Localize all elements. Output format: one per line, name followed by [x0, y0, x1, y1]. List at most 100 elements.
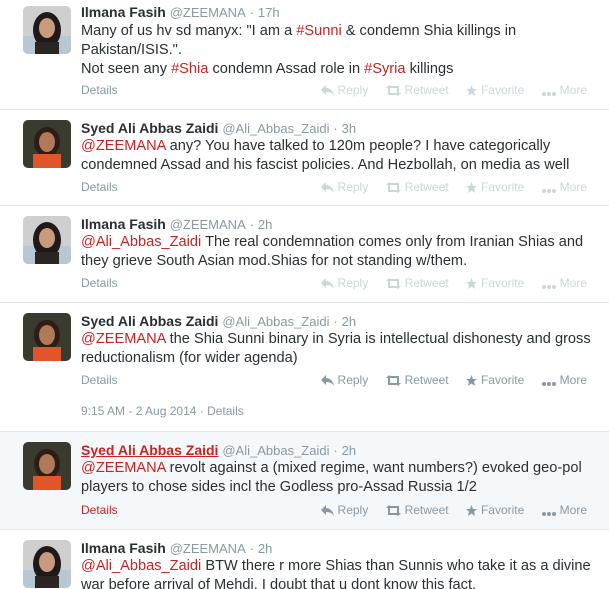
- author-name[interactable]: Ilmana Fasih: [81, 540, 166, 556]
- reply-button[interactable]: Reply: [320, 373, 368, 387]
- retweet-button[interactable]: Retweet: [385, 503, 449, 517]
- reply-icon: [320, 505, 334, 516]
- author-handle[interactable]: @Ali_Abbas_Zaidi: [222, 443, 329, 458]
- mention-link[interactable]: @Ali_Abbas_Zaidi: [81, 234, 201, 250]
- reply-button[interactable]: Reply: [320, 503, 368, 517]
- author-name[interactable]: Syed Ali Abbas Zaidi: [81, 313, 218, 329]
- retweet-icon: [385, 505, 401, 516]
- tweet-text-segment: Pakistan/ISIS.".: [81, 42, 182, 58]
- retweet-button[interactable]: Retweet: [385, 276, 449, 290]
- author-handle[interactable]: @ZEEMANA: [170, 5, 246, 20]
- tweet-hovered: Syed Ali Abbas Zaidi @Ali_Abbas_Zaidi · …: [0, 432, 609, 529]
- tweet-timestamp[interactable]: 9:15 AM - 2 Aug 2014 · Details: [81, 404, 244, 418]
- mention-link[interactable]: @ZEEMANA: [81, 460, 166, 476]
- author-handle[interactable]: @ZEEMANA: [170, 217, 246, 232]
- mention-link[interactable]: @Ali_Abbas_Zaidi: [81, 558, 201, 574]
- tweet-text-segment: The real condemnation comes only from Ir…: [201, 234, 584, 250]
- more-button[interactable]: More: [541, 503, 587, 517]
- author-name[interactable]: Syed Ali Abbas Zaidi: [81, 120, 218, 136]
- tweet: Syed Ali Abbas Zaidi @Ali_Abbas_Zaidi · …: [0, 110, 609, 205]
- reply-icon: [320, 375, 334, 386]
- reply-button[interactable]: Reply: [320, 180, 368, 194]
- author-name[interactable]: Ilmana Fasih: [81, 4, 166, 20]
- tweet-text-segment: reductionalism (for wider agenda): [81, 350, 298, 366]
- reply-button[interactable]: Reply: [320, 83, 368, 97]
- details-link[interactable]: Details: [81, 180, 118, 194]
- reply-button[interactable]: Reply: [320, 276, 368, 290]
- avatar-syed-ali-abbas-zaidi[interactable]: [23, 313, 71, 361]
- star-icon: [465, 505, 477, 516]
- reply-icon: [320, 182, 334, 193]
- author-handle[interactable]: @ZEEMANA: [170, 541, 246, 556]
- tweet-time[interactable]: 2h: [258, 217, 272, 232]
- more-button[interactable]: More: [541, 83, 587, 97]
- tweet-time[interactable]: 2h: [342, 443, 356, 458]
- tweet-line: condemned Assad and his fascist policies…: [81, 156, 601, 175]
- details-link[interactable]: Details: [81, 276, 118, 290]
- avatar-syed-ali-abbas-zaidi[interactable]: [23, 120, 71, 168]
- ellipsis-icon: [541, 189, 556, 193]
- ellipsis-icon: [541, 92, 556, 96]
- hashtag-link[interactable]: #Syria: [364, 61, 405, 77]
- details-link[interactable]: Details: [81, 503, 118, 517]
- more-button[interactable]: More: [541, 276, 587, 290]
- author-handle[interactable]: @Ali_Abbas_Zaidi: [222, 121, 329, 136]
- tweet-line: @Ali_Abbas_Zaidi The real condemnation c…: [81, 233, 601, 252]
- tweet-text-segment: Many of us hv sd manyx: "I am a: [81, 23, 297, 39]
- tweet-text: @Ali_Abbas_Zaidi BTW there r more Shias …: [81, 557, 601, 589]
- more-button[interactable]: More: [541, 373, 587, 387]
- tweet-expanded: Syed Ali Abbas Zaidi @Ali_Abbas_Zaidi · …: [0, 303, 609, 431]
- mention-link[interactable]: @ZEEMANA: [81, 138, 166, 154]
- tweet-line: @ZEEMANA any? You have talked to 120m pe…: [81, 137, 601, 156]
- author-name[interactable]: Ilmana Fasih: [81, 216, 166, 232]
- reply-icon: [320, 278, 334, 289]
- tweet-text: Many of us hv sd manyx: "I am a #Sunni &…: [81, 22, 601, 79]
- author-name[interactable]: Syed Ali Abbas Zaidi: [81, 442, 218, 458]
- star-icon: [465, 278, 477, 289]
- favorite-button[interactable]: Favorite: [465, 276, 524, 290]
- favorite-button[interactable]: Favorite: [465, 180, 524, 194]
- retweet-button[interactable]: Retweet: [385, 373, 449, 387]
- ellipsis-icon: [541, 512, 556, 516]
- tweet-line: Pakistan/ISIS.".: [81, 41, 601, 60]
- favorite-button[interactable]: Favorite: [465, 373, 524, 387]
- tweet-actions: Reply Retweet Favorite More: [307, 503, 587, 517]
- star-icon: [465, 182, 477, 193]
- details-link[interactable]: Details: [81, 83, 118, 97]
- tweet-text: @ZEEMANA revolt against a (mixed regime,…: [81, 459, 601, 497]
- tweet-actions: Reply Retweet Favorite More: [307, 373, 587, 387]
- tweet-text-segment: any? You have talked to 120m people? I h…: [165, 138, 551, 154]
- hashtag-link[interactable]: #Sunni: [296, 23, 341, 39]
- tweet-time[interactable]: 2h: [342, 314, 356, 329]
- favorite-button[interactable]: Favorite: [465, 83, 524, 97]
- favorite-button[interactable]: Favorite: [465, 503, 524, 517]
- retweet-button[interactable]: Retweet: [385, 83, 449, 97]
- tweet-time[interactable]: 2h: [258, 541, 272, 556]
- avatar-ilmana-fasih[interactable]: [23, 6, 71, 54]
- hashtag-link[interactable]: #Shia: [171, 61, 208, 77]
- tweet: Ilmana Fasih @ZEEMANA · 17h Many of us h…: [0, 0, 609, 109]
- tweet-text-segment: Not seen any: [81, 61, 172, 77]
- tweet-text-segment: killings: [405, 61, 454, 77]
- details-link[interactable]: Details: [81, 373, 118, 387]
- avatar-syed-ali-abbas-zaidi[interactable]: [23, 442, 71, 490]
- avatar-ilmana-fasih[interactable]: [23, 216, 71, 264]
- retweet-icon: [385, 278, 401, 289]
- tweet-time[interactable]: 3h: [342, 121, 356, 136]
- tweet-time[interactable]: 17h: [258, 5, 280, 20]
- tweet-line: @ZEEMANA revolt against a (mixed regime,…: [81, 459, 601, 478]
- tweet-line: war before arrival of Mehdi. I doubt tha…: [81, 576, 601, 589]
- tweet-actions: Reply Retweet Favorite More: [307, 180, 587, 194]
- tweet-line: @Ali_Abbas_Zaidi BTW there r more Shias …: [81, 557, 601, 576]
- ellipsis-icon: [541, 285, 556, 289]
- ellipsis-icon: [541, 382, 556, 386]
- author-handle[interactable]: @Ali_Abbas_Zaidi: [222, 314, 329, 329]
- tweet-line: reductionalism (for wider agenda): [81, 349, 601, 368]
- tweet-text-segment: & condemn Shia killings in: [341, 23, 517, 39]
- avatar-ilmana-fasih[interactable]: [23, 540, 71, 588]
- tweet-text-segment: war before arrival of Mehdi. I doubt tha…: [81, 577, 477, 589]
- mention-link[interactable]: @ZEEMANA: [81, 331, 166, 347]
- tweet-text-segment: they grieve South Asian mod.Shias for no…: [81, 253, 468, 269]
- retweet-button[interactable]: Retweet: [385, 180, 449, 194]
- more-button[interactable]: More: [541, 180, 587, 194]
